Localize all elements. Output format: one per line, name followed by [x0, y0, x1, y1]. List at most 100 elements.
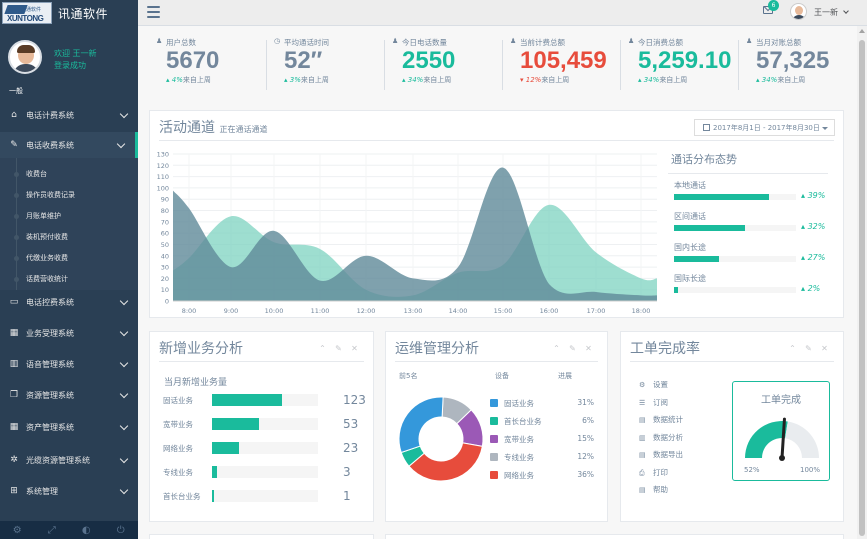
- brand[interactable]: 迅通软件 XUNTONG 讯通软件: [0, 0, 138, 26]
- distribution-bar: [674, 225, 796, 231]
- y-tick-label: 120: [157, 162, 169, 170]
- collapse-icon[interactable]: ⌃: [788, 344, 797, 353]
- eye-slash-icon[interactable]: ◐: [69, 521, 104, 539]
- menu-toggle-icon[interactable]: [147, 6, 160, 18]
- submenu-item[interactable]: 月账单维护: [0, 206, 138, 226]
- user-name[interactable]: 王一新: [814, 7, 838, 18]
- ops-label: 网络业务: [504, 471, 534, 480]
- sidebar-footer: ⚙ ⤢ ◐ ⏻: [0, 521, 138, 539]
- workorder-item-icon: ▤: [639, 416, 646, 424]
- stat-tile: ♟ 用户总数 5670 ▴ 4%来自上周: [148, 30, 266, 98]
- distribution-bar-fill: [674, 256, 720, 262]
- y-tick-label: 60: [161, 230, 169, 238]
- bar-chart-icon: ▥: [9, 359, 19, 369]
- close-icon[interactable]: ✕: [350, 344, 359, 353]
- wrench-icon[interactable]: ✎: [804, 344, 813, 353]
- sidebar-item[interactable]: ▦ 资产管理系统: [0, 414, 138, 440]
- user-icon: ♟: [510, 37, 517, 45]
- windows-icon: ⊞: [10, 486, 18, 496]
- distribution-percent-value: 39%: [807, 191, 826, 200]
- submenu-item[interactable]: 代缴业务收费: [0, 248, 138, 268]
- fullscreen-icon[interactable]: ⤢: [35, 521, 70, 539]
- distribution-bar-fill: [674, 287, 678, 293]
- distribution-row: 国内长途 ▴ 27%: [674, 242, 825, 266]
- x-tick-label: 15:00: [494, 307, 513, 315]
- distribution-title: 通话分布态势: [671, 153, 737, 166]
- date-range-picker[interactable]: 2017年8月1日 - 2017年8月30日: [694, 119, 835, 136]
- submenu-item[interactable]: 操作员收费记录: [0, 185, 138, 205]
- x-tick-label: 9:00: [224, 307, 239, 315]
- sidebar-item[interactable]: ⊞ 系统管理: [0, 478, 138, 504]
- business-bar-fill: [212, 418, 259, 430]
- sidebar-item-label: 资产管理系统: [26, 422, 74, 432]
- sidebar-item-label: 电话收费系统: [26, 140, 74, 150]
- new-business-subtitle: 当月新增业务量: [164, 378, 228, 388]
- submenu-item[interactable]: 收费台: [0, 164, 138, 184]
- close-icon[interactable]: ✕: [820, 344, 829, 353]
- sidebar-item[interactable]: ✲ 光缆资源管理系统: [0, 447, 138, 473]
- gauge-max: 100%: [800, 466, 821, 474]
- sidebar-item-label: 电话计费系统: [26, 110, 74, 120]
- stat-percent: 12%: [525, 76, 542, 84]
- workorder-item-icon: ▥: [639, 433, 646, 442]
- profile: 欢迎 王一新 登录成功: [8, 40, 133, 76]
- ops-col-top5: 前5名: [399, 372, 418, 380]
- y-tick-label: 40: [161, 252, 169, 260]
- settings-icon[interactable]: ⚙: [0, 521, 35, 539]
- sidebar-item[interactable]: ❐ 资源管理系统: [0, 382, 138, 408]
- stat-compare: ▴ 34%来自上周: [756, 75, 805, 85]
- business-row: 首长台业务 1: [163, 488, 363, 506]
- ops-label: 固话业务: [504, 399, 534, 408]
- workorder-item[interactable]: ⚙ 设置: [639, 379, 668, 390]
- chevron-down-icon[interactable]: [843, 8, 849, 14]
- scrollbar[interactable]: [857, 26, 867, 539]
- sidebar-item[interactable]: ⌂ 电话计费系统: [0, 102, 138, 128]
- stat-compare: ▴ 34%来自上周: [638, 75, 687, 85]
- sidebar-item[interactable]: ▭ 电话控费系统: [0, 289, 138, 315]
- wrench-icon[interactable]: ✎: [568, 344, 577, 353]
- business-bar-fill: [212, 394, 282, 406]
- welcome-text: 欢迎 王一新: [54, 49, 97, 58]
- power-icon[interactable]: ⏻: [104, 521, 139, 539]
- ops-percent: 6%: [582, 416, 594, 425]
- workorder-item[interactable]: ▤ 数据统计: [639, 414, 683, 425]
- calendar-icon: [703, 124, 710, 131]
- workorder-item[interactable]: ☰ 订阅: [639, 397, 668, 408]
- distribution-label: 区间通话: [674, 212, 706, 221]
- workorder-item[interactable]: ⎙ 打印: [639, 467, 668, 478]
- user-avatar[interactable]: [790, 3, 807, 20]
- workorder-item-label: 设置: [653, 380, 668, 389]
- wrench-icon[interactable]: ✎: [334, 344, 343, 353]
- distribution-label: 国内长途: [674, 243, 706, 252]
- date-range-text: 2017年8月1日 - 2017年8月30日: [713, 124, 820, 132]
- y-tick-label: 70: [161, 218, 169, 226]
- stat-compare: ▴ 4%来自上周: [166, 75, 211, 85]
- area-chart: 0 10 20 30 40 50 60 70 80 90 100 110 120 130 8:00 9:00 1…: [157, 151, 657, 315]
- submenu-item[interactable]: 话费营收统计: [0, 269, 138, 289]
- edit-icon: ✎: [10, 140, 18, 150]
- distribution-percent: ▴ 32%: [801, 222, 825, 231]
- avatar: [8, 40, 42, 74]
- activity-title: 活动通道: [159, 120, 215, 136]
- x-tick-label: 8:00: [182, 307, 197, 315]
- y-tick-label: 130: [157, 151, 169, 159]
- ops-col-progress: 进展: [558, 372, 572, 380]
- sidebar-item[interactable]: ▥ 语音管理系统: [0, 351, 138, 377]
- workorder-item-icon: ⎙: [639, 468, 645, 477]
- workorder-item[interactable]: ▤ 数据导出: [639, 449, 683, 460]
- app-title: 讯通软件: [58, 6, 109, 21]
- user-icon: ♟: [392, 37, 399, 45]
- workorder-item[interactable]: ▥ 数据分析: [639, 432, 683, 443]
- submenu-item[interactable]: 装机预付收费: [0, 227, 138, 247]
- gauge-card: 工单完成 52% 100%: [732, 381, 830, 481]
- collapse-icon[interactable]: ⌃: [552, 344, 561, 353]
- distribution-row: 区间通话 ▴ 32%: [674, 211, 825, 235]
- sidebar-item[interactable]: ▦ 业务受理系统: [0, 320, 138, 346]
- workorder-item[interactable]: ▤ 帮助: [639, 484, 668, 495]
- distribution-bar: [674, 287, 796, 293]
- close-icon[interactable]: ✕: [584, 344, 593, 353]
- x-tick-label: 10:00: [265, 307, 284, 315]
- collapse-icon[interactable]: ⌃: [318, 344, 327, 353]
- ops-panel: 运维管理分析 ⌃ ✎ ✕ 前5名 设备 进展 固话业务 31% 首长台业务 6% 宽带业务 1…: [385, 331, 608, 522]
- sidebar-item[interactable]: ✎ 电话收费系统: [0, 132, 138, 158]
